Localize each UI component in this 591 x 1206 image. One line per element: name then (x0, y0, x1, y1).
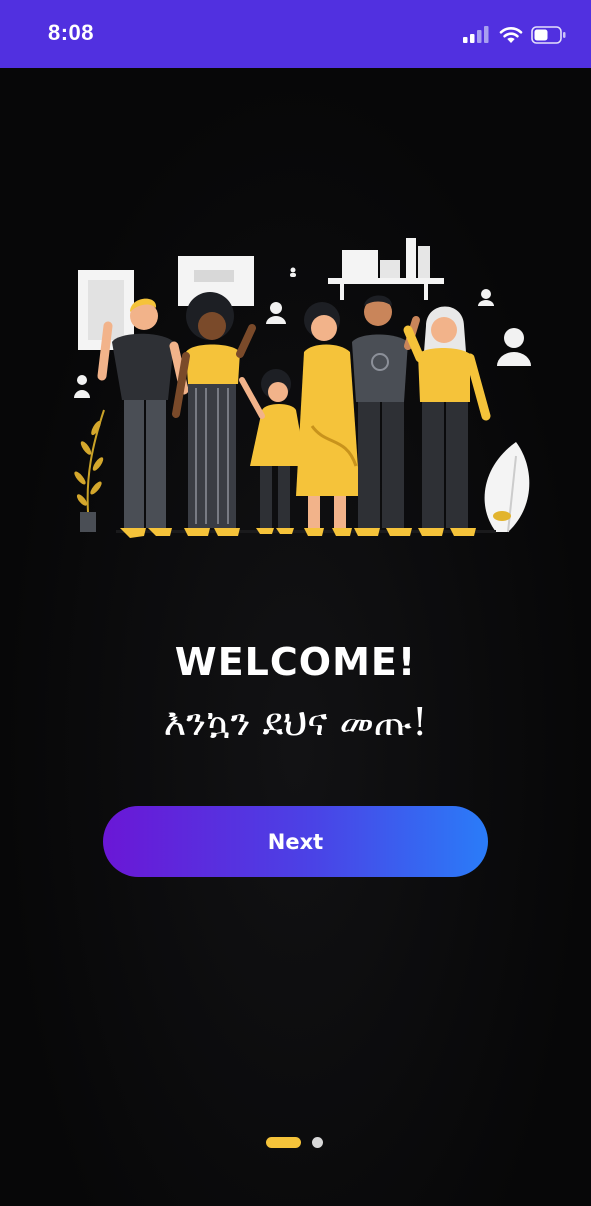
welcome-title: WELCOME! (174, 640, 417, 684)
welcome-subtitle: እንኳን ደህና መጡ! (163, 700, 428, 744)
cellular-signal-icon (463, 26, 489, 43)
wifi-icon (499, 27, 523, 43)
status-bar: 8:08 (0, 0, 591, 68)
page-dot-active[interactable] (266, 1137, 301, 1148)
battery-icon (531, 26, 566, 44)
next-button[interactable]: Next (103, 806, 488, 877)
page-dot[interactable] (312, 1137, 323, 1148)
page-indicator (0, 1137, 591, 1149)
team-illustration (74, 238, 531, 538)
status-icons (463, 22, 567, 48)
status-time: 8:08 (48, 20, 95, 45)
